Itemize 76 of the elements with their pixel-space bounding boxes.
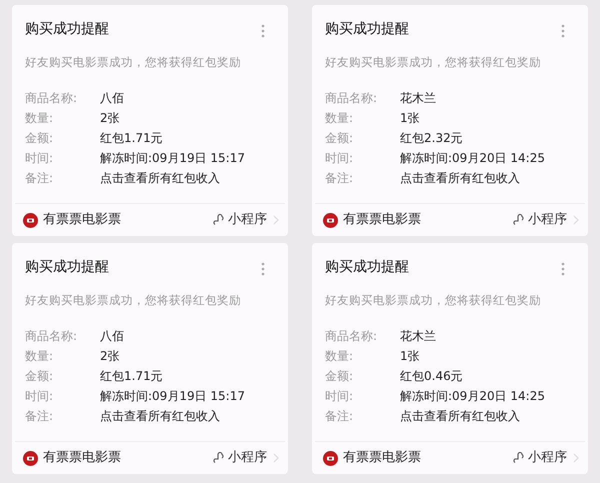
- field-value: 红包2.32元: [400, 130, 463, 147]
- field-value: 红包1.71元: [100, 130, 163, 147]
- app-logo-icon: [23, 212, 38, 228]
- field-label: 数量:: [325, 348, 354, 365]
- field-label: 时间:: [325, 150, 354, 167]
- chevron-icon: [573, 453, 579, 463]
- field-value: 点击查看所有红包收入: [100, 170, 220, 187]
- mini-program-label: 小程序: [528, 211, 567, 230]
- field-label: 商品名称:: [25, 90, 78, 107]
- message-card[interactable]: 购买成功提醒 好友购买电影票成功，您将获得红包奖励 商品名称: 八佰 数量: 2张 金额: 红包1.71元 时间: 解冻时间:09月19日 15:17 备注: 点击查看所有红包收入 有票票电影票 小程序: [12, 243, 288, 474]
- field-value: 花木兰: [400, 90, 436, 107]
- more-icon[interactable]: [261, 24, 265, 38]
- message-text: 好友购买电影票成功，您将获得红包奖励: [25, 292, 242, 308]
- message-card[interactable]: 购买成功提醒 好友购买电影票成功，您将获得红包奖励 商品名称: 花木兰 数量: 1张 金额: 红包0.46元 时间: 解冻时间:09月20日 14:25 备注: 点击查看所有红包收入 有票票电影票 小程序: [312, 243, 588, 474]
- app-name[interactable]: 有票票电影票: [343, 210, 421, 230]
- field-label: 数量:: [25, 348, 54, 365]
- field-label: 备注:: [325, 408, 354, 425]
- field-label: 数量:: [325, 110, 354, 127]
- field-label: 时间:: [25, 388, 54, 405]
- field-label: 备注:: [25, 170, 54, 187]
- field-value: 点击查看所有红包收入: [400, 170, 520, 187]
- field-value: 解冻时间:09月19日 15:17: [100, 388, 245, 405]
- field-value: 红包0.46元: [400, 368, 463, 385]
- field-value: 解冻时间:09月20日 14:25: [400, 388, 545, 405]
- field-value: 红包1.71元: [100, 368, 163, 385]
- field-value: 1张: [400, 348, 420, 365]
- field-label: 金额:: [25, 130, 54, 147]
- message-card[interactable]: 购买成功提醒 好友购买电影票成功，您将获得红包奖励 商品名称: 花木兰 数量: 1张 金额: 红包2.32元 时间: 解冻时间:09月20日 14:25 备注: 点击查看所有红包收入 有票票电影票 小程序: [312, 5, 588, 236]
- field-label: 备注:: [325, 170, 354, 187]
- field-label: 金额:: [25, 368, 54, 385]
- field-value: 点击查看所有红包收入: [100, 408, 220, 425]
- field-label: 金额:: [325, 368, 354, 385]
- app-logo-icon: [23, 450, 38, 466]
- link-icon: [213, 452, 225, 464]
- field-label: 金额:: [325, 130, 354, 147]
- card-title: 购买成功提醒: [325, 20, 409, 39]
- field-label: 时间:: [25, 150, 54, 167]
- field-label: 商品名称:: [25, 328, 78, 345]
- app-name[interactable]: 有票票电影票: [43, 210, 121, 230]
- card-title: 购买成功提醒: [25, 258, 109, 277]
- card-title: 购买成功提醒: [25, 20, 109, 39]
- link-icon: [213, 214, 225, 226]
- app-name[interactable]: 有票票电影票: [343, 448, 421, 468]
- field-value: 1张: [400, 110, 420, 127]
- more-icon[interactable]: [261, 262, 265, 276]
- message-text: 好友购买电影票成功，您将获得红包奖励: [325, 292, 542, 308]
- field-value: 八佰: [100, 90, 124, 107]
- field-value: 八佰: [100, 328, 124, 345]
- app-name[interactable]: 有票票电影票: [43, 448, 121, 468]
- field-value: 2张: [100, 110, 120, 127]
- message-text: 好友购买电影票成功，您将获得红包奖励: [325, 54, 542, 70]
- message-text: 好友购买电影票成功，您将获得红包奖励: [25, 54, 242, 70]
- field-value: 花木兰: [400, 328, 436, 345]
- link-icon: [513, 452, 525, 464]
- field-label: 商品名称:: [325, 90, 378, 107]
- field-value: 2张: [100, 348, 120, 365]
- field-label: 商品名称:: [325, 328, 378, 345]
- chevron-icon: [273, 453, 279, 463]
- field-value: 解冻时间:09月20日 14:25: [400, 150, 545, 167]
- mini-program-label: 小程序: [228, 211, 267, 230]
- field-value: 解冻时间:09月19日 15:17: [100, 150, 245, 167]
- more-icon[interactable]: [561, 24, 565, 38]
- chevron-icon: [573, 215, 579, 225]
- app-logo-icon: [323, 212, 338, 228]
- field-label: 备注:: [25, 408, 54, 425]
- app-logo-icon: [323, 450, 338, 466]
- message-card[interactable]: 购买成功提醒 好友购买电影票成功，您将获得红包奖励 商品名称: 八佰 数量: 2张 金额: 红包1.71元 时间: 解冻时间:09月19日 15:17 备注: 点击查看所有红包收入 有票票电影票 小程序: [12, 5, 288, 236]
- link-icon: [513, 214, 525, 226]
- field-label: 数量:: [25, 110, 54, 127]
- field-value: 点击查看所有红包收入: [400, 408, 520, 425]
- chevron-icon: [273, 215, 279, 225]
- mini-program-label: 小程序: [528, 449, 567, 468]
- card-title: 购买成功提醒: [325, 258, 409, 277]
- more-icon[interactable]: [561, 262, 565, 276]
- field-label: 时间:: [325, 388, 354, 405]
- mini-program-label: 小程序: [228, 449, 267, 468]
